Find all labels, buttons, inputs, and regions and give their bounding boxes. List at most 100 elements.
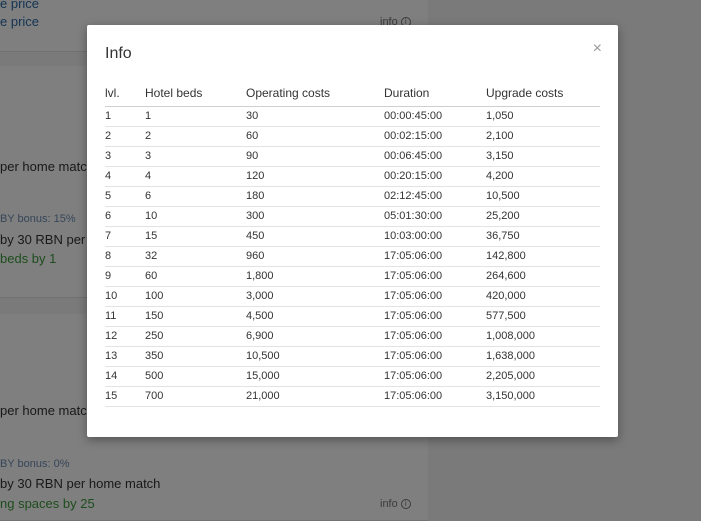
header-hotel-beds: Hotel beds [145,80,246,107]
cell-level: 7 [105,226,145,247]
cell-hotel-beds: 32 [145,246,246,267]
info-modal: Info × lvl. Hotel beds Operating costs D… [87,25,618,437]
table-row: 11 150 4,500 17:05:06:00 577,500 [105,306,600,327]
cell-hotel-beds: 250 [145,326,246,347]
cell-level: 8 [105,246,145,267]
cell-level: 11 [105,306,145,327]
cell-level: 5 [105,186,145,207]
cell-level: 9 [105,266,145,287]
table-header-row: lvl. Hotel beds Operating costs Duration… [105,80,600,107]
cell-duration: 05:01:30:00 [384,206,486,227]
cell-upgrade-costs: 10,500 [486,186,600,207]
table-row: 13 350 10,500 17:05:06:00 1,638,000 [105,346,600,367]
cell-duration: 17:05:06:00 [384,326,486,347]
table-row: 7 15 450 10:03:00:00 36,750 [105,226,600,247]
cell-upgrade-costs: 3,150 [486,146,600,167]
cell-level: 1 [105,106,145,127]
cell-duration: 02:12:45:00 [384,186,486,207]
cell-level: 12 [105,326,145,347]
levels-table: lvl. Hotel beds Operating costs Duration… [105,80,600,407]
table-row: 9 60 1,800 17:05:06:00 264,600 [105,266,600,287]
cell-level: 10 [105,286,145,307]
cell-duration: 17:05:06:00 [384,246,486,267]
cell-level: 13 [105,346,145,367]
cell-hotel-beds: 150 [145,306,246,327]
cell-hotel-beds: 500 [145,366,246,387]
cell-hotel-beds: 4 [145,166,246,187]
cell-hotel-beds: 3 [145,146,246,167]
cell-upgrade-costs: 1,638,000 [486,346,600,367]
table-row: 6 10 300 05:01:30:00 25,200 [105,206,600,227]
cell-operating-costs: 4,500 [246,306,384,327]
close-icon[interactable]: × [593,41,602,57]
cell-upgrade-costs: 577,500 [486,306,600,327]
cell-duration: 00:00:45:00 [384,106,486,127]
cell-duration: 17:05:06:00 [384,306,486,327]
table-row: 14 500 15,000 17:05:06:00 2,205,000 [105,366,600,387]
cell-operating-costs: 6,900 [246,326,384,347]
cell-operating-costs: 60 [246,126,384,147]
cell-upgrade-costs: 2,205,000 [486,366,600,387]
cell-level: 6 [105,206,145,227]
table-row: 15 700 21,000 17:05:06:00 3,150,000 [105,386,600,407]
cell-upgrade-costs: 2,100 [486,126,600,147]
cell-hotel-beds: 15 [145,226,246,247]
table-row: 2 2 60 00:02:15:00 2,100 [105,126,600,147]
table-row: 4 4 120 00:20:15:00 4,200 [105,166,600,187]
cell-duration: 17:05:06:00 [384,286,486,307]
cell-level: 3 [105,146,145,167]
modal-title: Info [105,45,132,62]
cell-operating-costs: 1,800 [246,266,384,287]
cell-upgrade-costs: 142,800 [486,246,600,267]
cell-operating-costs: 300 [246,206,384,227]
cell-operating-costs: 30 [246,106,384,127]
cell-upgrade-costs: 25,200 [486,206,600,227]
cell-upgrade-costs: 36,750 [486,226,600,247]
cell-operating-costs: 120 [246,166,384,187]
table-row: 5 6 180 02:12:45:00 10,500 [105,186,600,207]
cell-level: 14 [105,366,145,387]
cell-operating-costs: 180 [246,186,384,207]
cell-operating-costs: 450 [246,226,384,247]
cell-upgrade-costs: 264,600 [486,266,600,287]
cell-upgrade-costs: 1,050 [486,106,600,127]
cell-level: 4 [105,166,145,187]
cell-duration: 17:05:06:00 [384,346,486,367]
table-row: 10 100 3,000 17:05:06:00 420,000 [105,286,600,307]
header-level: lvl. [105,80,145,107]
cell-level: 15 [105,386,145,407]
cell-duration: 00:20:15:00 [384,166,486,187]
cell-operating-costs: 90 [246,146,384,167]
cell-level: 2 [105,126,145,147]
header-operating-costs: Operating costs [246,80,384,107]
cell-operating-costs: 10,500 [246,346,384,367]
cell-operating-costs: 3,000 [246,286,384,307]
cell-hotel-beds: 10 [145,206,246,227]
cell-duration: 00:02:15:00 [384,126,486,147]
cell-duration: 00:06:45:00 [384,146,486,167]
cell-operating-costs: 15,000 [246,366,384,387]
table-row: 8 32 960 17:05:06:00 142,800 [105,246,600,267]
cell-hotel-beds: 100 [145,286,246,307]
cell-hotel-beds: 6 [145,186,246,207]
cell-upgrade-costs: 420,000 [486,286,600,307]
cell-upgrade-costs: 3,150,000 [486,386,600,407]
cell-hotel-beds: 60 [145,266,246,287]
cell-duration: 17:05:06:00 [384,266,486,287]
header-duration: Duration [384,80,486,107]
cell-hotel-beds: 350 [145,346,246,367]
cell-operating-costs: 960 [246,246,384,267]
cell-upgrade-costs: 1,008,000 [486,326,600,347]
table-row: 1 1 30 00:00:45:00 1,050 [105,106,600,127]
cell-hotel-beds: 1 [145,106,246,127]
cell-operating-costs: 21,000 [246,386,384,407]
header-upgrade-costs: Upgrade costs [486,80,600,107]
cell-hotel-beds: 2 [145,126,246,147]
cell-duration: 10:03:00:00 [384,226,486,247]
table-row: 3 3 90 00:06:45:00 3,150 [105,146,600,167]
table-row: 12 250 6,900 17:05:06:00 1,008,000 [105,326,600,347]
cell-upgrade-costs: 4,200 [486,166,600,187]
cell-hotel-beds: 700 [145,386,246,407]
cell-duration: 17:05:06:00 [384,386,486,407]
cell-duration: 17:05:06:00 [384,366,486,387]
